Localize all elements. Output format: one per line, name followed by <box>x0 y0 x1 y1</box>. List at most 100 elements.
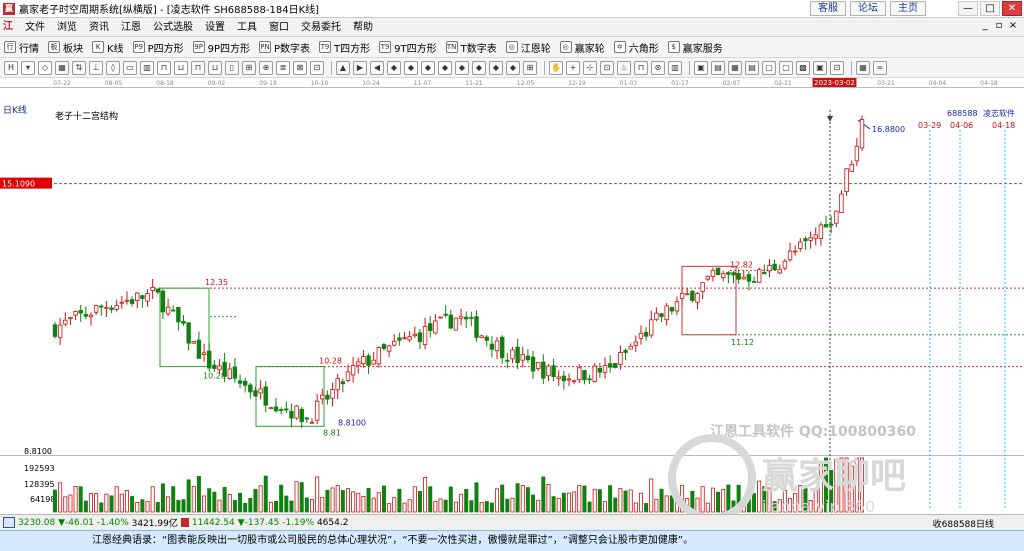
draw-tool-50-icon[interactable]: ⊡ <box>830 60 844 75</box>
tool-hexagon[interactable]: ✡ 六角形 <box>613 40 659 55</box>
support-link[interactable]: 客服 <box>810 1 846 16</box>
draw-tool-17-icon[interactable]: ⊠ <box>293 60 307 75</box>
menu-info[interactable]: 资讯 <box>83 18 115 37</box>
draw-tool-35-icon[interactable]: ⊹ <box>583 60 597 75</box>
draw-tool-24-icon[interactable]: ◆ <box>404 60 418 75</box>
candle-up <box>217 365 222 371</box>
minimize-button[interactable]: — <box>958 1 978 16</box>
draw-tool-12-icon[interactable]: ⊔ <box>208 60 222 75</box>
draw-tool-4-icon[interactable]: ⇅ <box>72 60 86 75</box>
volume-bar <box>330 487 335 513</box>
draw-tool-36-icon[interactable]: ⊡ <box>600 60 614 75</box>
draw-tool-25-icon[interactable]: ◆ <box>421 60 435 75</box>
draw-tool-11-icon[interactable]: ⊓ <box>191 60 205 75</box>
draw-tool-26-icon[interactable]: ◆ <box>438 60 452 75</box>
candle-down <box>587 378 592 381</box>
draw-tool-13-icon[interactable]: ▯ <box>225 60 239 75</box>
draw-tool-2-icon[interactable]: ◇ <box>38 60 52 75</box>
menu-trade[interactable]: 交易委托 <box>295 18 347 37</box>
mdi-minimize-icon[interactable]: _ <box>978 20 992 31</box>
draw-tool-1-icon[interactable]: ▾ <box>21 60 35 75</box>
draw-tool-45-icon[interactable]: ▤ <box>745 60 759 75</box>
tool-sector[interactable]: 板板块 <box>48 40 83 55</box>
draw-tool-9-icon[interactable]: ⊓ <box>157 60 171 75</box>
tool-winner-wheel[interactable]: ◎ 赢家轮 <box>559 40 605 55</box>
candle-down <box>207 350 212 369</box>
draw-tool-30-icon[interactable]: ◆ <box>506 60 520 75</box>
volume-bar <box>628 489 633 513</box>
tool-label: 江恩轮 <box>520 43 551 55</box>
tool-gann-wheel[interactable]: ◎ 江恩轮 <box>505 40 551 55</box>
draw-tool-14-icon[interactable]: ⊞ <box>242 60 256 75</box>
mdi-close-icon[interactable]: × <box>1006 20 1020 31</box>
draw-tool-29-icon[interactable]: ◆ <box>489 60 503 75</box>
candle-up <box>566 378 572 381</box>
draw-tool-22-icon[interactable]: ◀ <box>370 60 384 75</box>
close-button[interactable]: ✕ <box>1002 1 1022 16</box>
market-icon[interactable] <box>3 517 15 528</box>
draw-tool-44-icon[interactable]: ▦ <box>728 60 742 75</box>
menu-formula[interactable]: 公式选股 <box>147 18 199 37</box>
draw-tool-37-icon[interactable]: ♨ <box>617 60 631 75</box>
draw-tool-7-icon[interactable]: ▭ <box>123 60 137 75</box>
draw-tool-49-icon[interactable]: ▣ <box>813 60 827 75</box>
menu-settings[interactable]: 设置 <box>199 18 231 37</box>
volume-bar <box>376 492 381 513</box>
tool-service[interactable]: $ 赢家服务 <box>667 40 723 55</box>
draw-tool-52-icon[interactable]: ▦ <box>856 60 870 75</box>
draw-tool-23-icon[interactable]: ◆ <box>387 60 401 75</box>
toolbar-separator <box>544 60 545 75</box>
draw-tool-27-icon[interactable]: ◆ <box>455 60 469 75</box>
draw-tool-5-icon[interactable]: ⊥ <box>89 60 103 75</box>
draw-tool-16-icon[interactable]: ≣ <box>276 60 290 75</box>
kline-chart[interactable]: 07-22 08-05 08-18 09-02 09-19 10-10 10-24 11-07… <box>0 78 1024 514</box>
menu-tools[interactable]: 工具 <box>231 18 263 37</box>
draw-tool-48-icon[interactable]: ▩ <box>796 60 810 75</box>
sh-index-change: ▼-46.01 <box>58 517 95 528</box>
menu-browse[interactable]: 浏览 <box>51 18 83 37</box>
draw-tool-38-icon[interactable]: ⊓ <box>634 60 648 75</box>
tool-p-number-table[interactable]: PN P数字表 <box>259 40 310 55</box>
draw-tool-39-icon[interactable]: ⊛ <box>651 60 665 75</box>
menu-gann[interactable]: 江恩 <box>115 18 147 37</box>
tool-quotes[interactable]: 行行情 <box>4 40 39 55</box>
draw-tool-8-icon[interactable]: ▥ <box>140 60 154 75</box>
draw-tool-10-icon[interactable]: ⊔ <box>174 60 188 75</box>
draw-tool-31-icon[interactable]: ⊞ <box>523 60 537 75</box>
tool-9p-square[interactable]: 9P 9P四方形 <box>192 40 250 55</box>
tool-kline[interactable]: K K线 <box>92 40 124 55</box>
tool-9t-square[interactable]: T9 9T四方形 <box>379 40 437 55</box>
draw-tool-40-icon[interactable]: ▥ <box>668 60 682 75</box>
volume-bar <box>109 495 114 513</box>
draw-tool-34-icon[interactable]: + <box>566 60 580 75</box>
draw-tool-0-icon[interactable]: H <box>4 60 18 75</box>
forum-link[interactable]: 论坛 <box>850 1 886 16</box>
candle-down <box>597 367 603 373</box>
draw-tool-43-icon[interactable]: ▤ <box>711 60 725 75</box>
draw-tool-15-icon[interactable]: ⊕ <box>259 60 273 75</box>
tool-t-square[interactable]: T9 T四方形 <box>319 40 370 55</box>
tool-t-number-table[interactable]: TN T数字表 <box>445 40 497 55</box>
draw-tool-6-icon[interactable]: ◊ <box>106 60 120 75</box>
home-link[interactable]: 主页 <box>890 1 926 16</box>
draw-tool-53-icon[interactable]: ∞ <box>873 60 887 75</box>
draw-tool-28-icon[interactable]: ◆ <box>472 60 486 75</box>
menu-window[interactable]: 窗口 <box>263 18 295 37</box>
sz-index-change: ▼-137.45 <box>237 517 280 528</box>
draw-tool-46-icon[interactable]: ▢ <box>762 60 776 75</box>
volume-bar <box>592 488 597 513</box>
menu-file[interactable]: 文件 <box>19 18 51 37</box>
draw-tool-42-icon[interactable]: ▣ <box>694 60 708 75</box>
volume-bar <box>500 484 505 513</box>
mdi-restore-icon[interactable]: ▫ <box>992 20 1006 31</box>
draw-tool-21-icon[interactable]: ▶ <box>353 60 367 75</box>
draw-tool-20-icon[interactable]: ▲ <box>336 60 350 75</box>
draw-tool-47-icon[interactable]: ▢ <box>779 60 793 75</box>
draw-tool-18-icon[interactable]: ⊡ <box>310 60 324 75</box>
sh-index-pct: -1.40% <box>96 517 129 528</box>
tool-p-square[interactable]: P9 P四方形 <box>132 40 184 55</box>
maximize-button[interactable]: □ <box>980 1 1000 16</box>
menu-help[interactable]: 帮助 <box>347 18 379 37</box>
draw-tool-3-icon[interactable]: ▦ <box>55 60 69 75</box>
draw-tool-33-icon[interactable]: ✋ <box>549 60 563 75</box>
